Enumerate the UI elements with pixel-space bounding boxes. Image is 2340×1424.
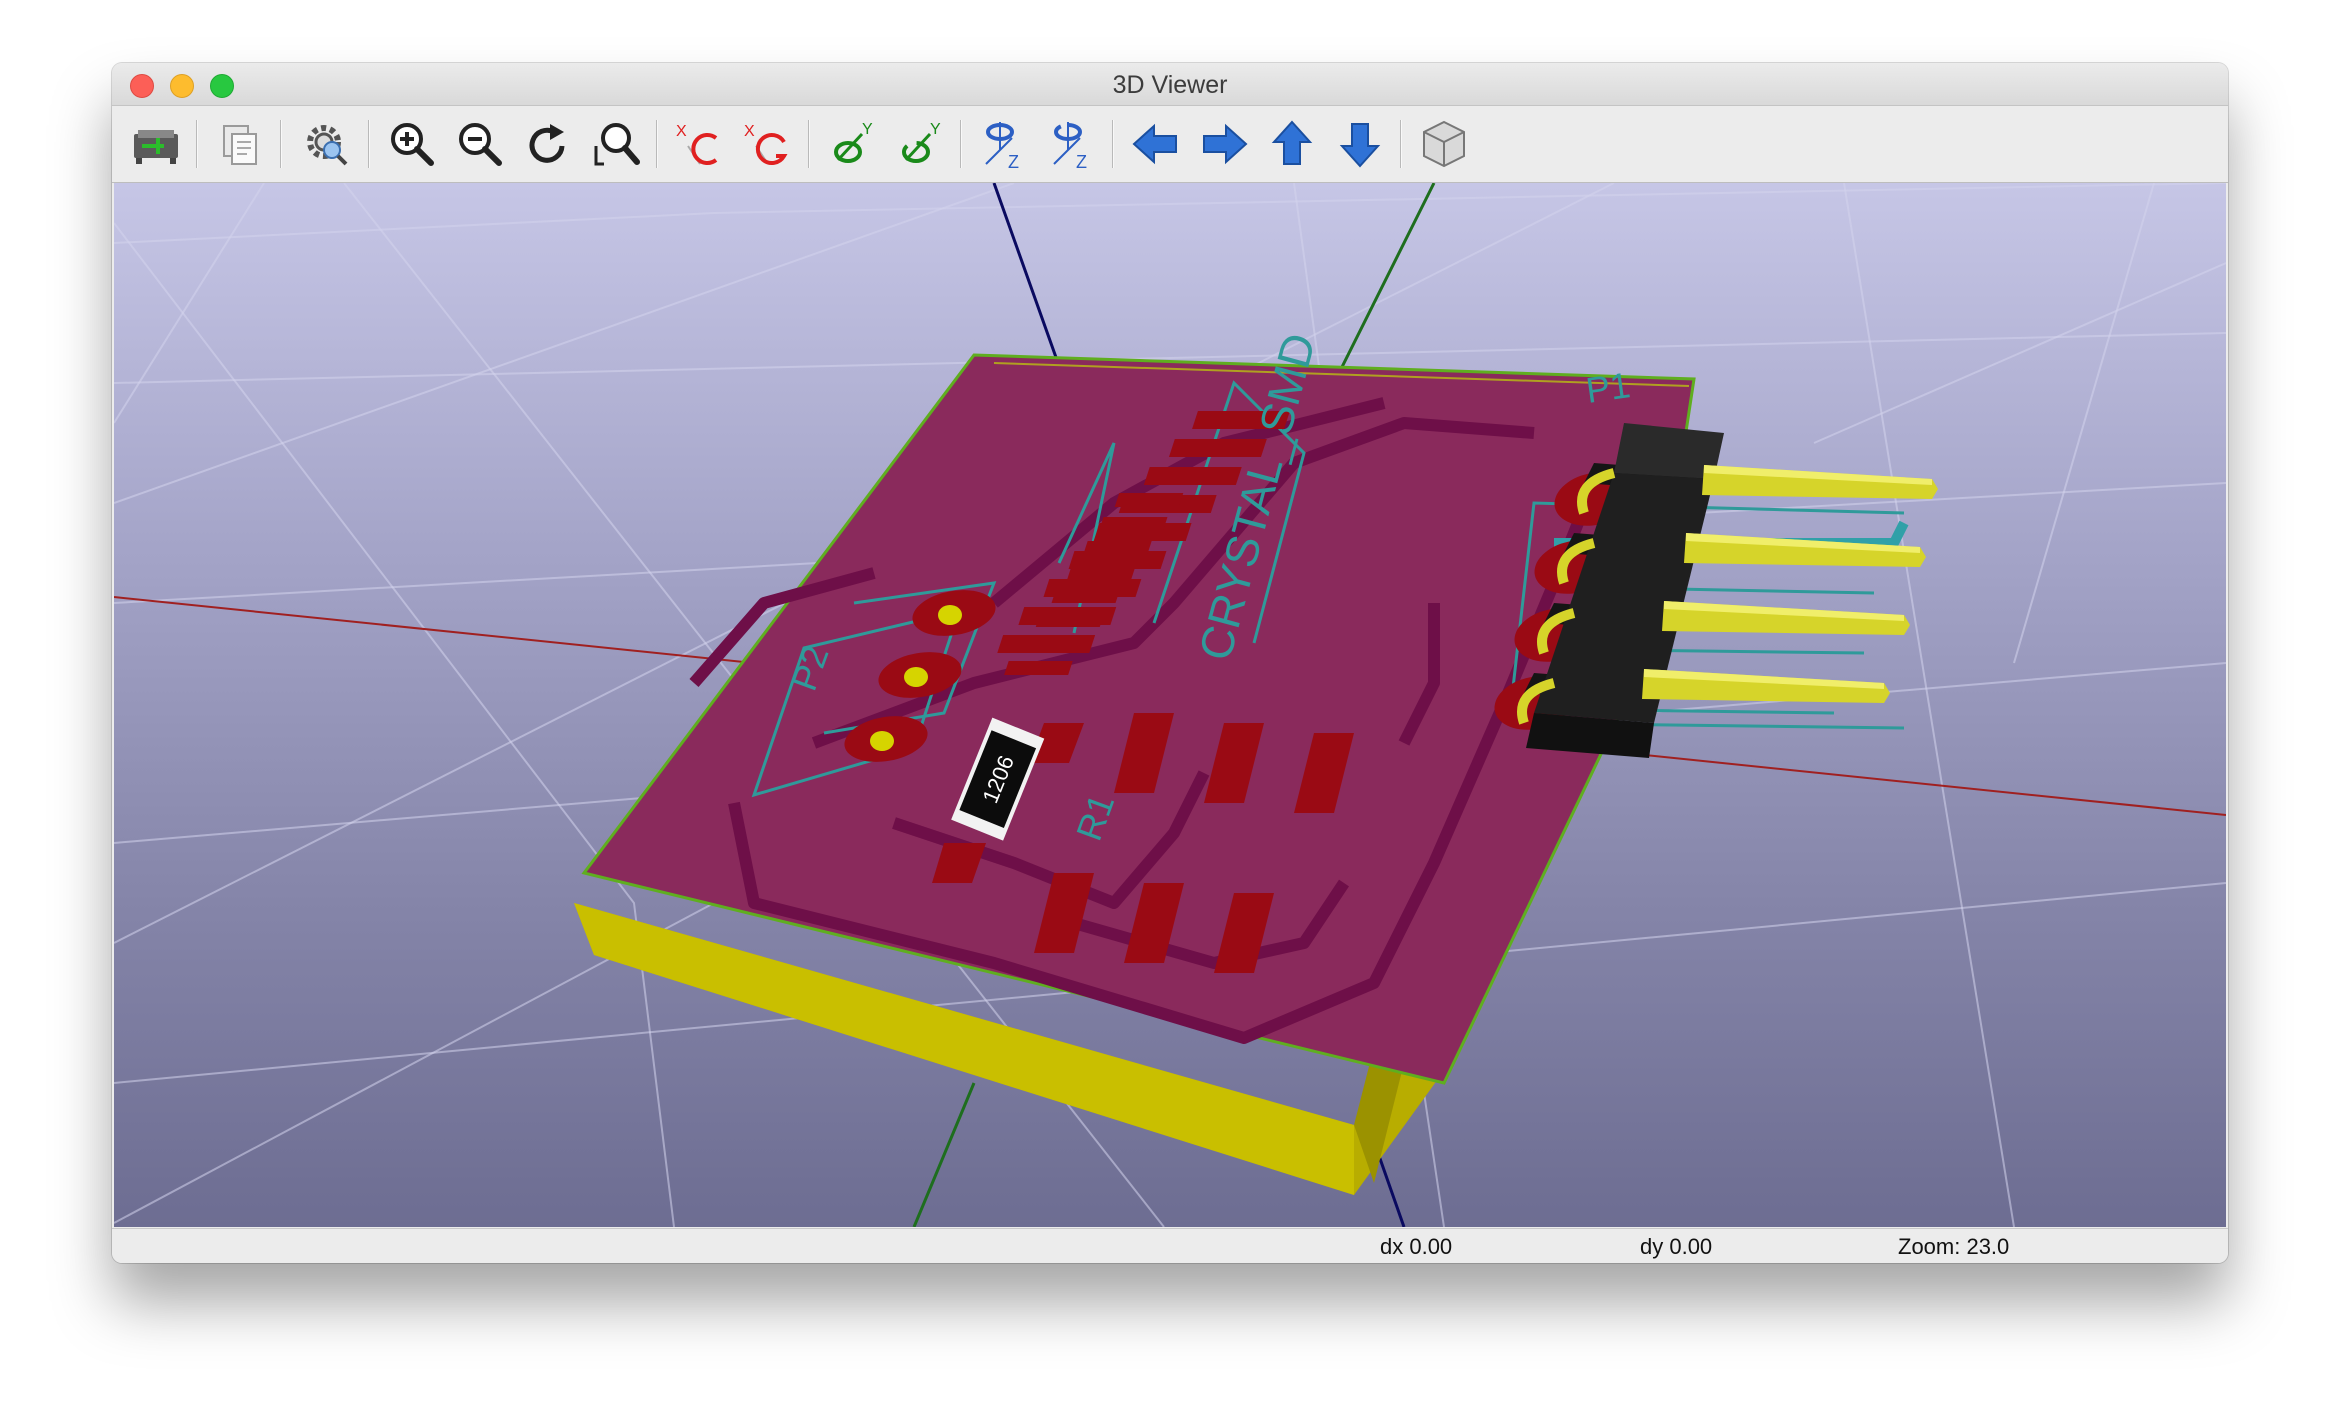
3d-viewport[interactable]: 1206 CRYSTAL_SMD P1 P2 R1	[114, 183, 2226, 1227]
title-bar[interactable]: 3D Viewer	[112, 63, 2228, 106]
reload-board-icon[interactable]	[128, 116, 184, 172]
zoom-out-icon[interactable]	[452, 116, 508, 172]
rotate-x-cw-icon[interactable]: X	[672, 116, 728, 172]
zoom-fit-icon[interactable]	[588, 116, 644, 172]
pan-left-icon[interactable]	[1128, 116, 1184, 172]
zoom-in-icon[interactable]	[384, 116, 440, 172]
svg-text:Z: Z	[1008, 152, 1019, 172]
rotate-z-ccw-icon[interactable]: Z	[1044, 116, 1100, 172]
ortho-toggle-icon[interactable]	[1416, 116, 1472, 172]
viewer-window: 3D Viewer X X Y Y Z Z 1206 CRYSTAL_SMD P…	[112, 63, 2228, 1263]
rotate-z-cw-icon[interactable]: Z	[976, 116, 1032, 172]
rotate-x-ccw-icon[interactable]: X	[740, 116, 796, 172]
copy-to-clipboard-icon[interactable]	[212, 116, 268, 172]
pan-up-icon[interactable]	[1264, 116, 1320, 172]
rotate-y-ccw-icon[interactable]: Y	[892, 116, 948, 172]
toolbar: X X Y Y Z Z	[112, 106, 2228, 183]
status-bar: dx 0.00 dy 0.00 Zoom: 23.0	[112, 1228, 2228, 1263]
svg-text:X: X	[744, 123, 755, 140]
svg-text:Z: Z	[1076, 152, 1087, 172]
status-dx: dx 0.00	[1380, 1234, 1453, 1259]
window-title: 3D Viewer	[1112, 71, 1228, 99]
status-dy: dy 0.00	[1640, 1234, 1713, 1259]
svg-text:X: X	[676, 123, 687, 140]
svg-text:Y: Y	[862, 121, 873, 138]
status-zoom: Zoom: 23.0	[1898, 1234, 2010, 1259]
redraw-icon[interactable]	[520, 116, 576, 172]
pan-down-icon[interactable]	[1332, 116, 1388, 172]
settings-icon[interactable]	[298, 116, 354, 172]
pan-right-icon[interactable]	[1196, 116, 1252, 172]
rotate-y-cw-icon[interactable]: Y	[824, 116, 880, 172]
svg-text:Y: Y	[930, 121, 941, 138]
header-ref-label: P1	[1583, 364, 1632, 411]
